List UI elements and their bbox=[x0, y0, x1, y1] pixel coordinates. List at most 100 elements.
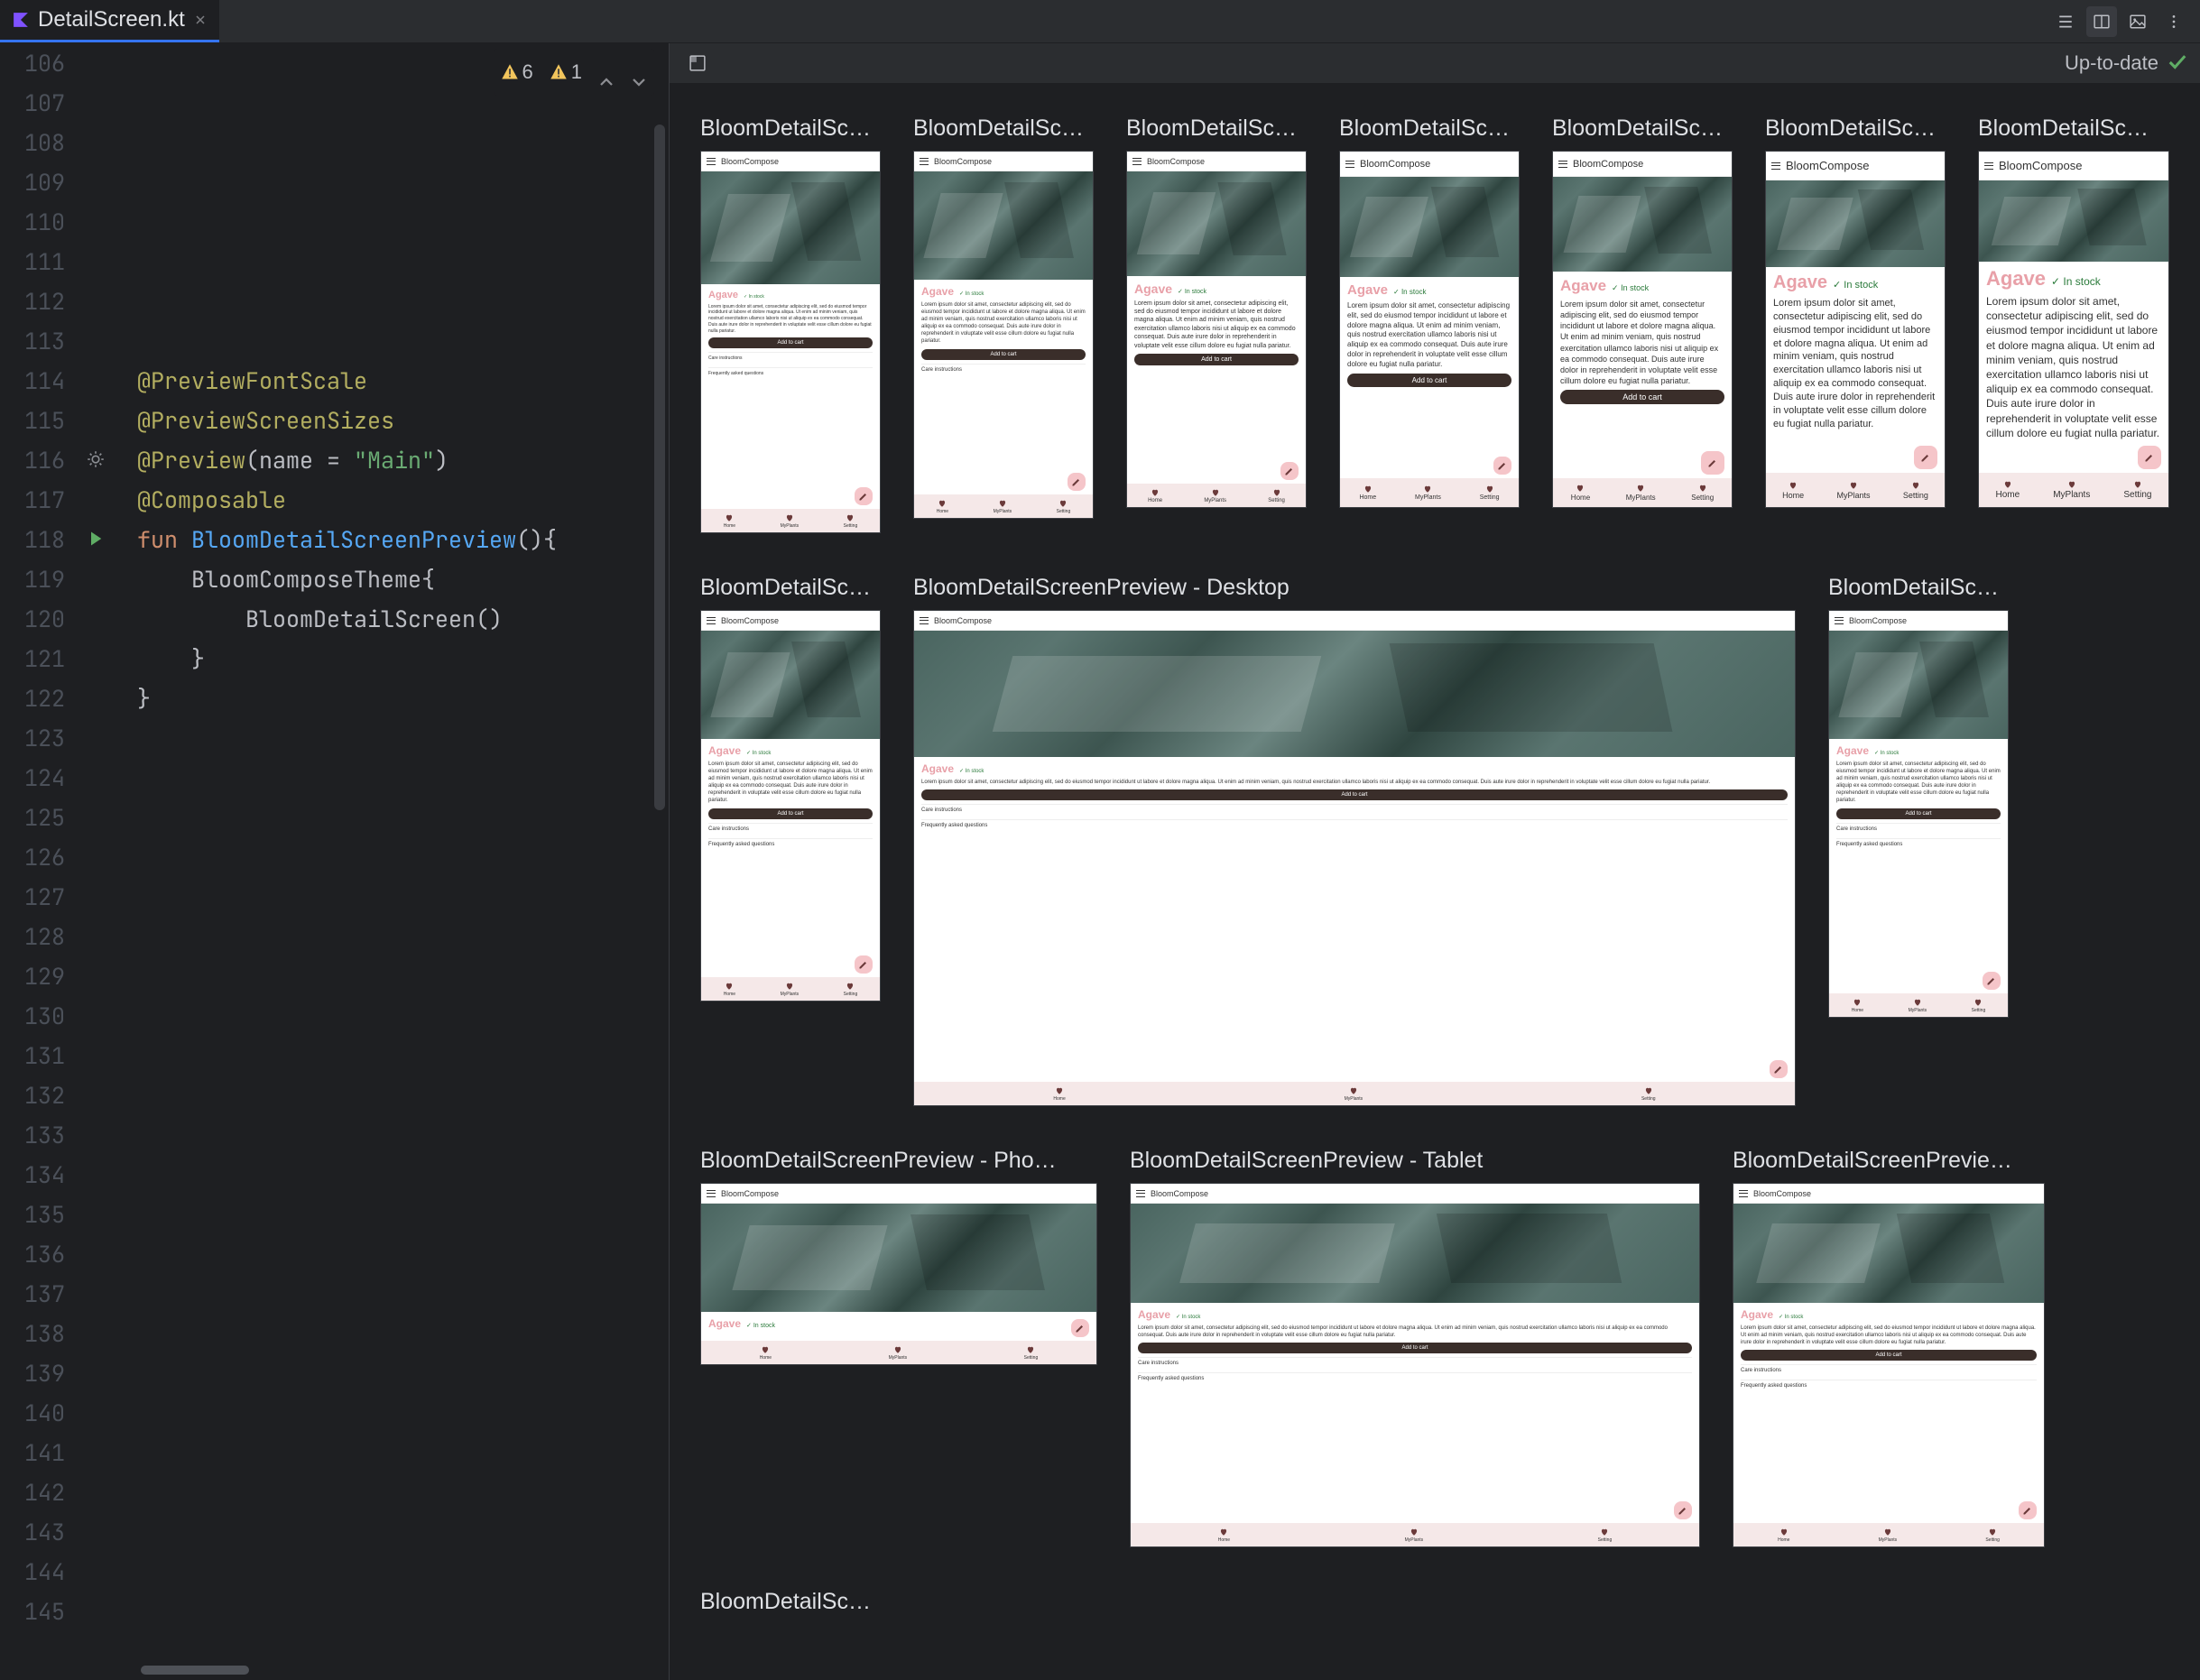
gutter-line-number[interactable]: 128 bbox=[0, 917, 81, 956]
code-editor[interactable]: 6 1 106107108109110111112113114@PreviewF… bbox=[0, 43, 670, 1680]
code-line[interactable] bbox=[81, 1195, 137, 1234]
gutter-line-number[interactable]: 113 bbox=[0, 321, 81, 361]
gutter-line-number[interactable]: 112 bbox=[0, 282, 81, 321]
gutter-line-number[interactable]: 127 bbox=[0, 877, 81, 917]
preview-device[interactable]: BloomCompose Agave✓ In stock Lorem ipsum… bbox=[1828, 610, 2009, 1018]
gutter-line-number[interactable]: 116 bbox=[0, 440, 81, 480]
preview-device[interactable]: BloomCompose Agave✓ In stock Lorem ipsum… bbox=[1733, 1183, 2045, 1547]
gutter-line-number[interactable]: 121 bbox=[0, 639, 81, 678]
code-line[interactable] bbox=[81, 1036, 137, 1075]
code-line[interactable] bbox=[81, 1592, 137, 1631]
preview-device[interactable]: BloomCompose Agave✓ In stock Lorem ipsum… bbox=[1552, 151, 1733, 508]
prev-highlight-icon[interactable] bbox=[598, 64, 615, 80]
code-line[interactable] bbox=[81, 718, 137, 758]
code-line[interactable] bbox=[81, 321, 137, 361]
preview-device[interactable]: BloomCompose Agave✓ In stock Lorem ipsum… bbox=[700, 151, 881, 533]
warnings-badge-2[interactable]: 1 bbox=[550, 52, 582, 92]
preview-device[interactable]: BloomCompose Agave✓ In stock Home MyPlan… bbox=[700, 1183, 1097, 1365]
code-line[interactable] bbox=[81, 1512, 137, 1552]
code-line[interactable] bbox=[81, 1314, 137, 1353]
gutter-line-number[interactable]: 122 bbox=[0, 678, 81, 718]
preview-canvas[interactable]: BloomDetailSc… BloomCompose Agave✓ In st… bbox=[670, 83, 2200, 1680]
code-line[interactable] bbox=[81, 837, 137, 877]
code-line[interactable]: BloomDetailScreen() bbox=[81, 599, 503, 639]
file-tab[interactable]: DetailScreen.kt bbox=[0, 0, 219, 42]
preview-device[interactable]: BloomCompose Agave✓ In stock Lorem ipsum… bbox=[1339, 151, 1520, 508]
gutter-line-number[interactable]: 133 bbox=[0, 1115, 81, 1155]
code-line[interactable] bbox=[81, 1552, 137, 1592]
gutter-line-number[interactable]: 111 bbox=[0, 242, 81, 282]
more-menu-icon[interactable] bbox=[2158, 6, 2189, 37]
preview-surface-icon[interactable] bbox=[682, 48, 713, 78]
code-line[interactable] bbox=[81, 162, 137, 202]
code-line[interactable]: fun BloomDetailScreenPreview(){ bbox=[81, 520, 557, 559]
gutter-line-number[interactable]: 115 bbox=[0, 401, 81, 440]
code-line[interactable]: } bbox=[81, 678, 151, 718]
code-line[interactable] bbox=[81, 1472, 137, 1512]
preview-device[interactable]: BloomCompose Agave✓ In stock Lorem ipsum… bbox=[1126, 151, 1307, 508]
code-line[interactable] bbox=[81, 242, 137, 282]
view-split-icon[interactable] bbox=[2086, 6, 2117, 37]
gutter-line-number[interactable]: 131 bbox=[0, 1036, 81, 1075]
gutter-line-number[interactable]: 135 bbox=[0, 1195, 81, 1234]
preview-device[interactable]: BloomCompose Agave✓ In stock Lorem ipsum… bbox=[913, 610, 1796, 1106]
preview-device[interactable]: BloomCompose Agave✓ In stock Lorem ipsum… bbox=[1130, 1183, 1700, 1547]
code-line[interactable] bbox=[81, 1433, 137, 1472]
next-highlight-icon[interactable] bbox=[631, 64, 647, 80]
code-line[interactable] bbox=[81, 1234, 137, 1274]
code-line[interactable]: BloomComposeTheme{ bbox=[81, 559, 435, 599]
gutter-line-number[interactable]: 145 bbox=[0, 1592, 81, 1631]
gutter-line-number[interactable]: 126 bbox=[0, 837, 81, 877]
gutter-line-number[interactable]: 124 bbox=[0, 758, 81, 798]
gutter-line-number[interactable]: 117 bbox=[0, 480, 81, 520]
code-line[interactable]: @PreviewScreenSizes bbox=[81, 401, 394, 440]
code-line[interactable]: @Composable bbox=[81, 480, 286, 520]
gutter-line-number[interactable]: 141 bbox=[0, 1433, 81, 1472]
code-line[interactable] bbox=[81, 1274, 137, 1314]
code-line[interactable]: @PreviewFontScale bbox=[81, 361, 367, 401]
editor-hscrollbar[interactable] bbox=[141, 1666, 249, 1675]
gutter-line-number[interactable]: 143 bbox=[0, 1512, 81, 1552]
code-line[interactable] bbox=[81, 758, 137, 798]
editor-inspection-widget[interactable]: 6 1 bbox=[494, 49, 655, 96]
gutter-line-number[interactable]: 123 bbox=[0, 718, 81, 758]
preview-device[interactable]: BloomCompose Agave✓ In stock Lorem ipsum… bbox=[1765, 151, 1946, 508]
code-line[interactable] bbox=[81, 282, 137, 321]
code-line[interactable] bbox=[81, 1115, 137, 1155]
gutter-settings-icon[interactable] bbox=[83, 440, 108, 480]
preview-device[interactable]: BloomCompose Agave✓ In stock Lorem ipsum… bbox=[913, 151, 1094, 519]
code-line[interactable] bbox=[81, 917, 137, 956]
code-line[interactable] bbox=[81, 1393, 137, 1433]
gutter-line-number[interactable]: 130 bbox=[0, 996, 81, 1036]
gutter-line-number[interactable]: 140 bbox=[0, 1393, 81, 1433]
close-tab-icon[interactable] bbox=[194, 14, 207, 26]
gutter-line-number[interactable]: 118 bbox=[0, 520, 81, 559]
view-design-icon[interactable] bbox=[2122, 6, 2153, 37]
code-line[interactable] bbox=[81, 202, 137, 242]
preview-device[interactable]: BloomCompose Agave✓ In stock Lorem ipsum… bbox=[1978, 151, 2169, 508]
code-line[interactable] bbox=[81, 877, 137, 917]
code-line[interactable]: } bbox=[81, 639, 205, 678]
gutter-line-number[interactable]: 109 bbox=[0, 162, 81, 202]
code-line[interactable] bbox=[81, 798, 137, 837]
gutter-line-number[interactable]: 108 bbox=[0, 123, 81, 162]
code-line[interactable] bbox=[81, 43, 137, 83]
code-line[interactable] bbox=[81, 83, 137, 123]
gutter-line-number[interactable]: 137 bbox=[0, 1274, 81, 1314]
code-line[interactable] bbox=[81, 1155, 137, 1195]
code-line[interactable] bbox=[81, 1075, 137, 1115]
code-line[interactable] bbox=[81, 956, 137, 996]
gutter-run-icon[interactable] bbox=[83, 520, 108, 559]
editor-vscrollbar[interactable] bbox=[654, 125, 665, 810]
gutter-line-number[interactable]: 129 bbox=[0, 956, 81, 996]
view-list-icon[interactable] bbox=[2050, 6, 2081, 37]
gutter-line-number[interactable]: 136 bbox=[0, 1234, 81, 1274]
gutter-line-number[interactable]: 114 bbox=[0, 361, 81, 401]
gutter-line-number[interactable]: 120 bbox=[0, 599, 81, 639]
gutter-line-number[interactable]: 132 bbox=[0, 1075, 81, 1115]
code-line[interactable] bbox=[81, 996, 137, 1036]
gutter-line-number[interactable]: 142 bbox=[0, 1472, 81, 1512]
gutter-line-number[interactable]: 110 bbox=[0, 202, 81, 242]
gutter-line-number[interactable]: 138 bbox=[0, 1314, 81, 1353]
gutter-line-number[interactable]: 139 bbox=[0, 1353, 81, 1393]
